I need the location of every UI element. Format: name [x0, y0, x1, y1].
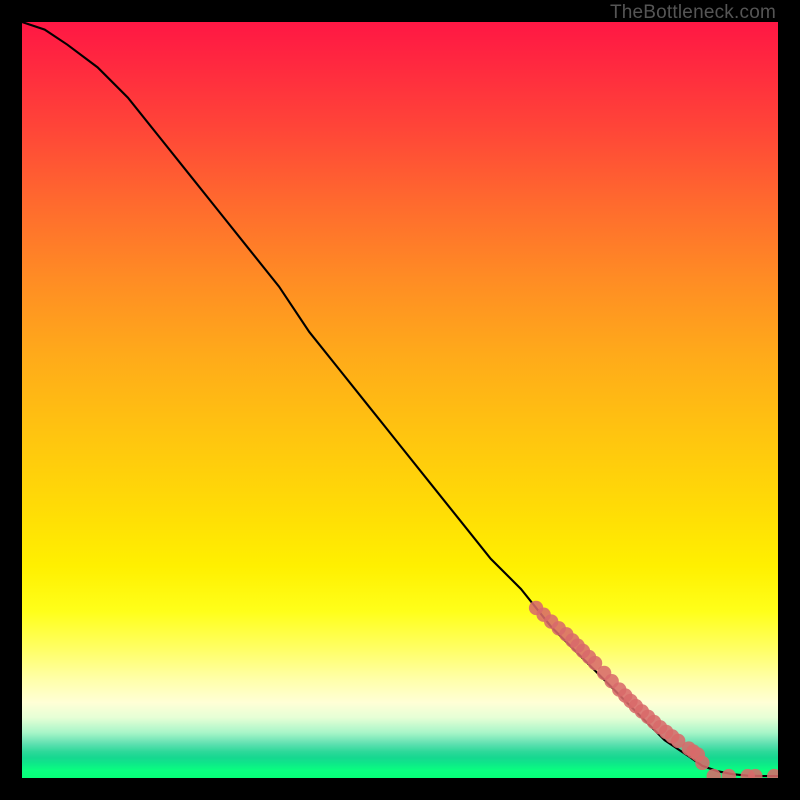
data-point	[767, 769, 778, 778]
chart-frame: TheBottleneck.com	[0, 0, 800, 800]
chart-svg	[22, 22, 778, 778]
main-curve	[22, 22, 778, 776]
data-point	[695, 756, 709, 770]
attribution-text: TheBottleneck.com	[610, 2, 776, 24]
data-point	[707, 769, 721, 778]
data-points	[529, 601, 778, 778]
data-point	[722, 769, 736, 778]
plot-area	[22, 22, 778, 778]
